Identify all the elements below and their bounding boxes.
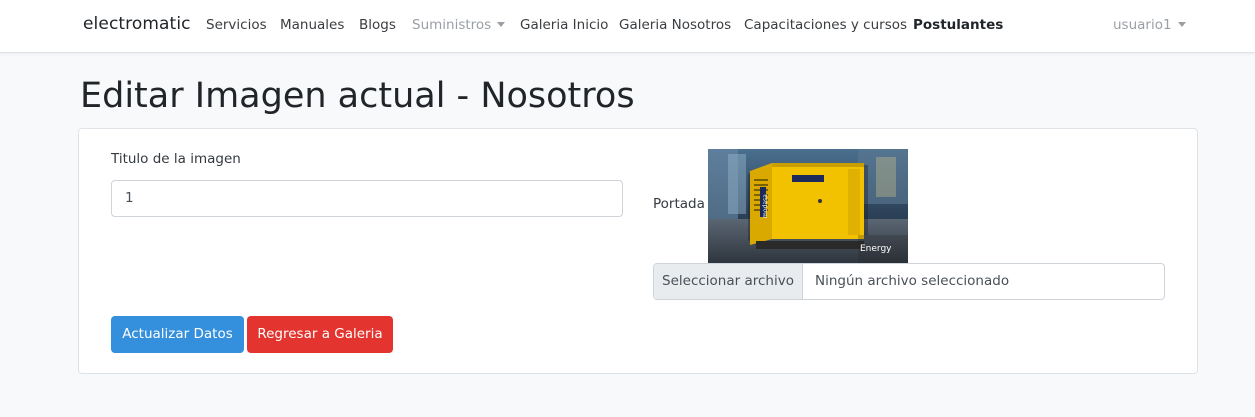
titulo-label: Titulo de la imagen xyxy=(111,151,241,167)
nav-item-capacitaciones[interactable]: Capacitaciones y cursos xyxy=(744,17,907,33)
file-select-button[interactable]: Seleccionar archivo xyxy=(654,264,803,299)
nav-item-galeria-inicio[interactable]: Galeria Inicio xyxy=(520,17,608,33)
user-menu[interactable]: usuario1 xyxy=(1113,17,1186,33)
image-brand-text: modasa xyxy=(762,194,769,218)
nav-item-galeria-nosotros[interactable]: Galeria Nosotros xyxy=(619,17,731,33)
image-logo-text: Energy xyxy=(860,244,892,254)
user-name: usuario1 xyxy=(1113,17,1172,33)
edit-form-card xyxy=(78,128,1198,374)
page-title: Editar Imagen actual - Nosotros xyxy=(80,76,635,116)
nav-item-blogs[interactable]: Blogs xyxy=(359,17,396,33)
navbar-brand[interactable]: electromatic xyxy=(83,14,191,34)
chevron-down-icon xyxy=(1177,21,1186,27)
update-data-button[interactable]: Actualizar Datos xyxy=(111,316,244,353)
nav-item-suministros[interactable]: Suministros xyxy=(412,17,506,33)
nav-item-suministros-label: Suministros xyxy=(412,17,492,33)
back-to-gallery-button[interactable]: Regresar a Galeria xyxy=(247,316,393,353)
top-navbar: electromatic Servicios Manuales Blogs Su… xyxy=(0,0,1255,53)
nav-item-postulantes[interactable]: Postulantes xyxy=(913,17,1003,33)
file-status-text: Ningún archivo seleccionado xyxy=(815,273,1010,289)
portada-label: Portada xyxy=(653,196,705,212)
portada-image: Energy modasa xyxy=(708,149,908,263)
nav-item-manuales[interactable]: Manuales xyxy=(280,17,344,33)
nav-item-servicios[interactable]: Servicios xyxy=(206,17,267,33)
chevron-down-icon xyxy=(497,21,506,27)
titulo-input[interactable]: 1 xyxy=(111,180,623,217)
file-input-group[interactable]: Seleccionar archivo Ningún archivo selec… xyxy=(653,263,1165,300)
